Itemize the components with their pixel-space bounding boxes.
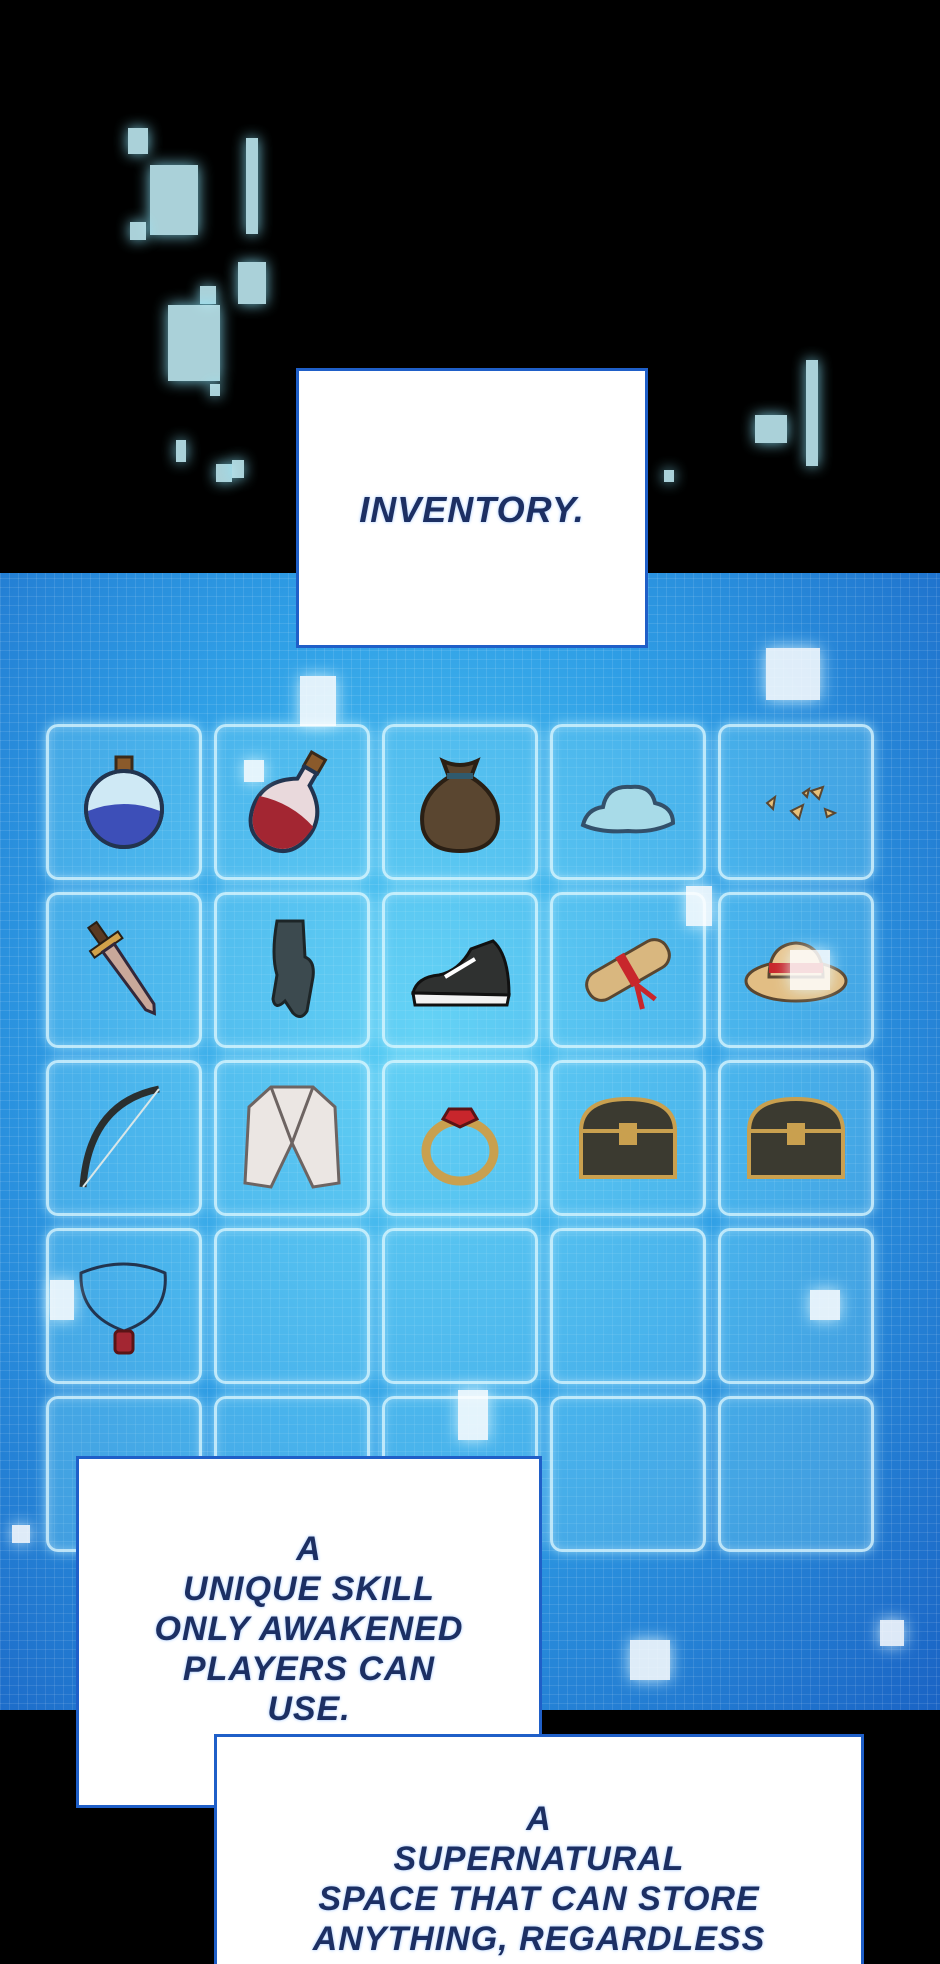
treasure-chest-icon xyxy=(746,1096,846,1179)
inventory-slot[interactable] xyxy=(46,892,202,1048)
inventory-slot[interactable] xyxy=(550,1396,706,1552)
sparkle xyxy=(244,760,264,782)
inventory-slot[interactable] xyxy=(550,724,706,880)
inventory-slot[interactable] xyxy=(718,1396,874,1552)
caption-box-2: A SUPERNATURAL SPACE THAT CAN STORE ANYT… xyxy=(214,1734,864,1964)
inventory-slot[interactable] xyxy=(550,892,706,1048)
caption-line: ONLY AWAKENED xyxy=(154,1610,464,1648)
inventory-slot[interactable] xyxy=(382,1228,538,1384)
inventory-slot[interactable] xyxy=(550,1060,706,1216)
caption-1-text: A UNIQUE SKILL ONLY AWAKENED PLAYERS CAN… xyxy=(79,1529,539,1729)
caption-line: PLAYERS CAN xyxy=(182,1650,436,1688)
caption-title: INVENTORY. xyxy=(359,489,585,530)
sparkle xyxy=(216,464,232,482)
sparkle xyxy=(50,1280,74,1320)
inventory-slot[interactable] xyxy=(550,1228,706,1384)
caption-line: A xyxy=(526,1800,552,1838)
caption-line: ANYTHING, REGARDLESS xyxy=(312,1920,766,1958)
inventory-slot[interactable] xyxy=(214,892,370,1048)
inventory-slot[interactable] xyxy=(214,1228,370,1384)
inventory-slot[interactable] xyxy=(214,1060,370,1216)
sparkle xyxy=(686,886,712,926)
caption-line: A xyxy=(296,1530,322,1568)
sparkle xyxy=(150,165,198,235)
inventory-slot[interactable] xyxy=(46,1060,202,1216)
sparkle xyxy=(232,460,244,478)
caption-line: SPACE THAT CAN STORE xyxy=(318,1880,760,1918)
sparkle xyxy=(790,950,830,990)
sparkle xyxy=(766,648,820,700)
necklace-icon xyxy=(79,1262,167,1355)
sparkle xyxy=(458,1390,488,1440)
sparkle xyxy=(128,128,148,154)
sparkle xyxy=(806,360,818,466)
caption-2-text: A SUPERNATURAL SPACE THAT CAN STORE ANYT… xyxy=(217,1799,861,1959)
ruby-ring-icon xyxy=(421,1107,499,1186)
sparkle xyxy=(238,262,266,304)
shards-icon xyxy=(765,785,838,821)
scroll-icon xyxy=(585,938,671,1010)
sparkle xyxy=(12,1525,30,1543)
sparkle xyxy=(880,1620,904,1646)
sparkle xyxy=(210,384,220,396)
inventory-slot[interactable] xyxy=(214,724,370,880)
inventory-slot[interactable] xyxy=(46,724,202,880)
treasure-chest-icon xyxy=(578,1096,678,1179)
blue-potion-icon xyxy=(84,755,164,849)
inventory-slot[interactable] xyxy=(382,724,538,880)
bow-icon xyxy=(79,1085,160,1188)
caption-line: UNIQUE SKILL xyxy=(183,1570,435,1608)
sparkle xyxy=(168,305,220,381)
glove-icon xyxy=(271,919,315,1018)
inventory-slot[interactable] xyxy=(718,724,874,880)
sparkle xyxy=(810,1290,840,1320)
sparkle xyxy=(176,440,186,462)
caption-box-title: INVENTORY. xyxy=(296,368,648,648)
sparkle xyxy=(246,138,258,234)
sword-icon xyxy=(86,920,157,1016)
inventory-slot[interactable] xyxy=(718,1228,874,1384)
inventory-slot[interactable] xyxy=(382,892,538,1048)
sneaker-icon xyxy=(411,939,511,1007)
jacket-icon xyxy=(243,1085,341,1189)
sparkle xyxy=(300,676,336,726)
sparkle xyxy=(200,286,216,304)
inventory-slot[interactable] xyxy=(718,1060,874,1216)
sparkle xyxy=(664,470,674,482)
caption-line: SUPERNATURAL xyxy=(393,1840,685,1878)
slime-puddle-icon xyxy=(580,784,676,834)
coin-pouch-icon xyxy=(420,757,500,854)
sparkle xyxy=(755,415,787,443)
caption-line: USE. xyxy=(267,1690,351,1728)
sparkle xyxy=(130,222,146,240)
sparkle xyxy=(630,1640,670,1680)
inventory-slot[interactable] xyxy=(382,1060,538,1216)
